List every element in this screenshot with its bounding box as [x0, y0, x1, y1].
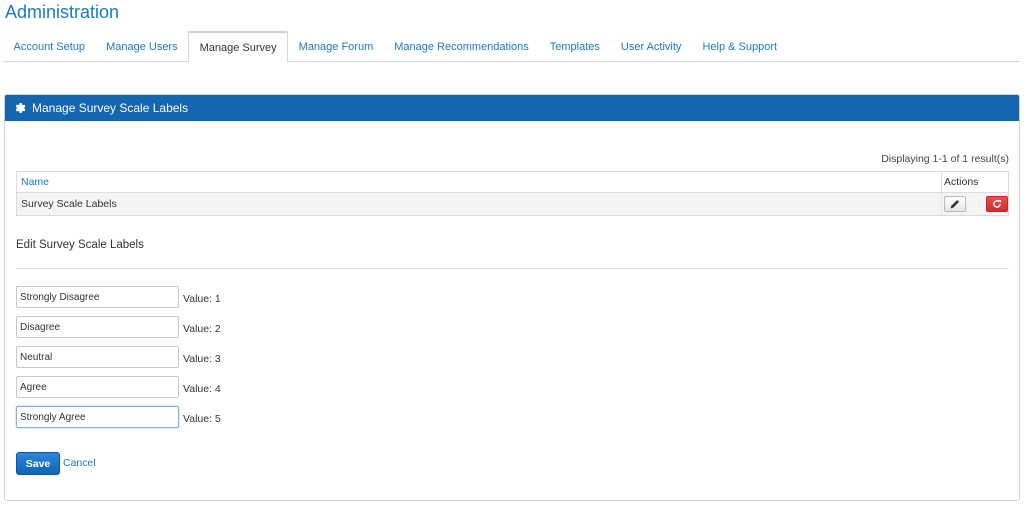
refresh-icon [993, 199, 1002, 208]
survey-scale-panel: Manage Survey Scale Labels Displaying 1-… [4, 94, 1020, 501]
tab-manage-survey[interactable]: Manage Survey [188, 31, 289, 63]
admin-tabs: Account Setup Manage Users Manage Survey… [3, 31, 1020, 63]
scale-label-input-2[interactable] [16, 316, 179, 338]
table-header: Name Actions [17, 172, 1008, 193]
scale-field-row: Value: 2 [16, 316, 221, 338]
row-name: Survey Scale Labels [21, 198, 117, 210]
labels-table: Name Actions Survey Scale Labels [16, 171, 1009, 216]
scale-value-label-5: Value: 5 [183, 413, 221, 425]
cancel-link[interactable]: Cancel [63, 457, 96, 469]
edit-form-title: Edit Survey Scale Labels [16, 239, 144, 251]
tab-user-activity[interactable]: User Activity [610, 31, 692, 62]
scale-value-label-2: Value: 2 [183, 323, 221, 335]
result-count: Displaying 1-1 of 1 result(s) [881, 153, 1009, 165]
reset-button[interactable] [986, 196, 1008, 212]
tab-account-setup[interactable]: Account Setup [3, 31, 96, 62]
tab-manage-users[interactable]: Manage Users [96, 31, 189, 62]
page-title: Administration [5, 2, 120, 22]
pencil-icon [950, 199, 960, 209]
scale-value-label-3: Value: 3 [183, 353, 221, 365]
scale-field-row: Value: 1 [16, 286, 221, 308]
tab-templates[interactable]: Templates [539, 31, 610, 62]
panel-header: Manage Survey Scale Labels [5, 95, 1019, 121]
panel-title: Manage Survey Scale Labels [32, 101, 189, 115]
row-actions [941, 193, 1008, 215]
column-header-actions: Actions [941, 172, 1008, 192]
save-button[interactable]: Save [16, 452, 60, 475]
tab-help-support[interactable]: Help & Support [692, 31, 788, 62]
tab-manage-recommendations[interactable]: Manage Recommendations [384, 31, 540, 62]
table-row: Survey Scale Labels [17, 193, 1008, 215]
scale-field-row: Value: 5 [16, 406, 221, 428]
scale-value-label-1: Value: 1 [183, 293, 221, 305]
scale-label-input-5[interactable] [16, 406, 179, 428]
scale-field-row: Value: 3 [16, 346, 221, 368]
divider [16, 268, 1009, 269]
scale-value-label-4: Value: 4 [183, 383, 221, 395]
scale-label-input-3[interactable] [16, 346, 179, 368]
scale-label-input-4[interactable] [16, 376, 179, 398]
column-header-name[interactable]: Name [17, 176, 941, 188]
edit-button[interactable] [944, 196, 966, 212]
gear-icon [14, 102, 26, 114]
tab-manage-forum[interactable]: Manage Forum [288, 31, 384, 62]
scale-field-row: Value: 4 [16, 376, 221, 398]
scale-label-input-1[interactable] [16, 286, 179, 308]
